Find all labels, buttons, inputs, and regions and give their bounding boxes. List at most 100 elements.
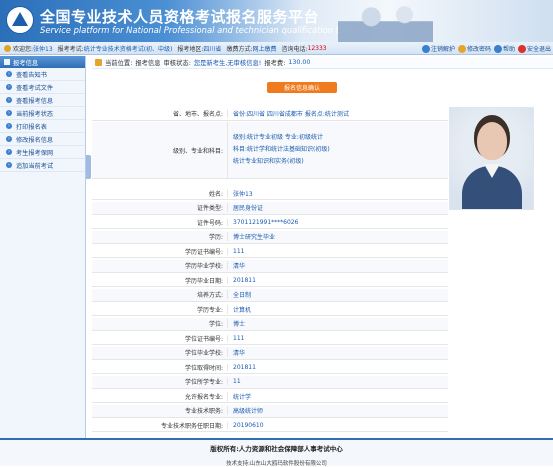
sidebar-collapse-handle[interactable] bbox=[86, 155, 91, 179]
table-row: 学位取得时间: 201811 bbox=[92, 361, 448, 374]
field-value: 201811 bbox=[227, 363, 448, 371]
field-label: 证件号码: bbox=[196, 219, 223, 227]
user-icon bbox=[421, 44, 430, 53]
table-row: 学位: 博士 bbox=[92, 317, 448, 331]
arrow-icon: › bbox=[6, 136, 12, 142]
table-row: 学历毕业日期: 201811 bbox=[92, 274, 448, 287]
sidebar-item-exam-files[interactable]: › 查看考试文件 bbox=[0, 81, 85, 94]
payment-mode-label: 缴费方式: bbox=[226, 45, 253, 53]
field-label: 学位取得时间: bbox=[184, 364, 223, 372]
field-label: 学位: bbox=[208, 321, 223, 328]
welcome-value: 张仲13 bbox=[33, 45, 53, 53]
arrow-icon: › bbox=[6, 84, 12, 90]
lock-icon bbox=[457, 44, 466, 53]
table-row: 证件类型: 居民身份证 bbox=[92, 201, 448, 215]
phone-value: 12333 bbox=[307, 44, 327, 52]
arrow-icon: › bbox=[6, 123, 12, 129]
payment-mode-value: 网上缴费 bbox=[252, 45, 277, 53]
sidebar-item-print-form[interactable]: › 打印报名表 bbox=[0, 120, 85, 133]
sidebar-item-status[interactable]: › 当前报考状态 bbox=[0, 107, 85, 120]
power-icon bbox=[517, 44, 526, 53]
exam-label: 报考考试: bbox=[57, 45, 84, 53]
field-value: 博士研究生毕业 bbox=[227, 232, 448, 241]
table-row: 培养方式: 全日制 bbox=[92, 288, 448, 302]
field-label: 学历证书编号: bbox=[184, 248, 223, 256]
table-row: 学历: 博士研究生毕业 bbox=[92, 230, 448, 244]
applicant-photo bbox=[449, 107, 534, 210]
copyright: 版权所有:人力资源和社会保障部人事考试中心 bbox=[210, 445, 343, 453]
table-row: 证件号码: 3701121991****6026 bbox=[92, 216, 448, 229]
sidebar: 报考信息 › 查看告知书 › 查看考试文件 › 查看报考信息 › 当前报考状态 › 打印报… bbox=[0, 56, 86, 438]
subject-row: 级别、专业和科目: 级别:统计专业初级 专业:初级统计 科目:统计学和统计法基础… bbox=[92, 122, 448, 179]
field-label: 学位所学专业: bbox=[184, 379, 223, 386]
exam-value: 统计专业技术资格考试(初、中级) bbox=[83, 45, 173, 53]
header-tools: 注销解护 修改密码 帮助 安全退出 bbox=[421, 42, 551, 54]
table-row: 学位所学专业: 11 bbox=[92, 375, 448, 389]
table-row: 学位证书编号: 111 bbox=[92, 332, 448, 345]
table-row: 学位毕业学校: 清华 bbox=[92, 346, 448, 360]
exam-fee: 130.00 bbox=[288, 59, 311, 66]
arrow-icon: › bbox=[6, 97, 12, 103]
help-link[interactable]: 帮助 bbox=[493, 44, 515, 53]
field-label: 学历毕业学校: bbox=[184, 263, 223, 270]
field-label: 培养方式: bbox=[196, 292, 223, 299]
table-row: 姓名: 张仲13 bbox=[92, 187, 448, 200]
field-value: 高级统计师 bbox=[227, 406, 448, 415]
grid-icon bbox=[4, 59, 10, 65]
welcome-label: 欢迎您: bbox=[13, 45, 34, 53]
field-value: 统计学 bbox=[227, 391, 448, 401]
field-value: 111 bbox=[227, 334, 448, 342]
field-label: 学历: bbox=[208, 234, 223, 241]
platform-logo bbox=[6, 6, 34, 34]
logout-link[interactable]: 注销解护 bbox=[421, 44, 455, 53]
field-value: 计算机 bbox=[227, 304, 448, 314]
table-row: 专业技术职务任职日期: 20190610 bbox=[92, 419, 448, 432]
main-content: 报名信息确认 省、地市、报名点: 省份:四川省 四川省成都市 报名点:统计测试 … bbox=[92, 70, 553, 438]
site-subtitle: Service platform for National Profession… bbox=[40, 25, 352, 35]
field-label: 学位毕业学校: bbox=[184, 350, 223, 357]
help-icon bbox=[493, 44, 502, 53]
sidebar-item-view-info[interactable]: › 查看报考信息 bbox=[0, 94, 85, 107]
banner-image bbox=[338, 0, 433, 42]
sidebar-item-protection[interactable]: › 考生报考保网 bbox=[0, 146, 85, 159]
home-icon bbox=[95, 59, 102, 66]
site-title: 全国专业技术人员资格考试报名服务平台 bbox=[40, 8, 320, 26]
region-label: 报考地区: bbox=[177, 45, 204, 53]
breadcrumb: 当前位置: 报考信息 审核状态: 您是新考生,无审核信息! 报考费: 130.0… bbox=[92, 57, 553, 69]
region-row: 省、地市、报名点: 省份:四川省 四川省成都市 报名点:统计测试 bbox=[92, 107, 448, 121]
field-value: 11 bbox=[227, 378, 448, 385]
confirm-info-button[interactable]: 报名信息确认 bbox=[267, 82, 337, 93]
field-value: 201811 bbox=[227, 276, 448, 284]
audit-status: 您是新考生,无审核信息! bbox=[193, 60, 262, 67]
field-value: 全日制 bbox=[227, 290, 448, 299]
arrow-icon: › bbox=[6, 71, 12, 77]
field-label: 学位证书编号: bbox=[184, 335, 223, 343]
field-label: 学历专业: bbox=[196, 306, 223, 314]
field-value: 20190610 bbox=[227, 421, 448, 429]
field-label: 证件类型: bbox=[196, 205, 223, 212]
user-info-bar: 欢迎您: 张仲13 报考考试: 统计专业技术资格考试(初、中级) 报考地区: 四… bbox=[0, 42, 553, 55]
sidebar-item-add-exam[interactable]: › 追加当前考试 bbox=[0, 159, 85, 172]
table-row: 学历证书编号: 111 bbox=[92, 245, 448, 258]
change-password-link[interactable]: 修改密码 bbox=[457, 44, 491, 53]
sidebar-item-edit-info[interactable]: › 修改报名信息 bbox=[0, 133, 85, 146]
region-value: 四川省 bbox=[203, 45, 222, 53]
region-value: 省份:四川省 四川省成都市 报名点:统计测试 bbox=[227, 109, 448, 118]
field-value: 111 bbox=[227, 247, 448, 255]
safe-exit-link[interactable]: 安全退出 bbox=[517, 44, 551, 53]
sidebar-item-notice[interactable]: › 查看告知书 bbox=[0, 68, 85, 81]
field-label: 学历毕业日期: bbox=[184, 277, 223, 285]
table-row: 允许报名专业: 统计学 bbox=[92, 390, 448, 403]
arrow-icon: › bbox=[6, 149, 12, 155]
table-row: 专业技术职务: 高级统计师 bbox=[92, 404, 448, 418]
field-label: 姓名: bbox=[208, 190, 223, 198]
field-label: 专业技术职务: bbox=[184, 408, 223, 415]
header-banner: 全国专业技术人员资格考试报名服务平台 Service platform for … bbox=[0, 0, 553, 42]
footer: 版权所有:人力资源和社会保障部人事考试中心 技术支持:山东山大鸥玛软件股份有限公… bbox=[0, 438, 553, 467]
field-label: 专业技术职务任职日期: bbox=[160, 422, 223, 430]
field-value: 清华 bbox=[227, 261, 448, 270]
phone-label: 咨询电话: bbox=[281, 45, 308, 53]
field-label: 允许报名专业: bbox=[184, 393, 223, 401]
arrow-icon: › bbox=[6, 110, 12, 116]
table-row: 学历专业: 计算机 bbox=[92, 303, 448, 316]
